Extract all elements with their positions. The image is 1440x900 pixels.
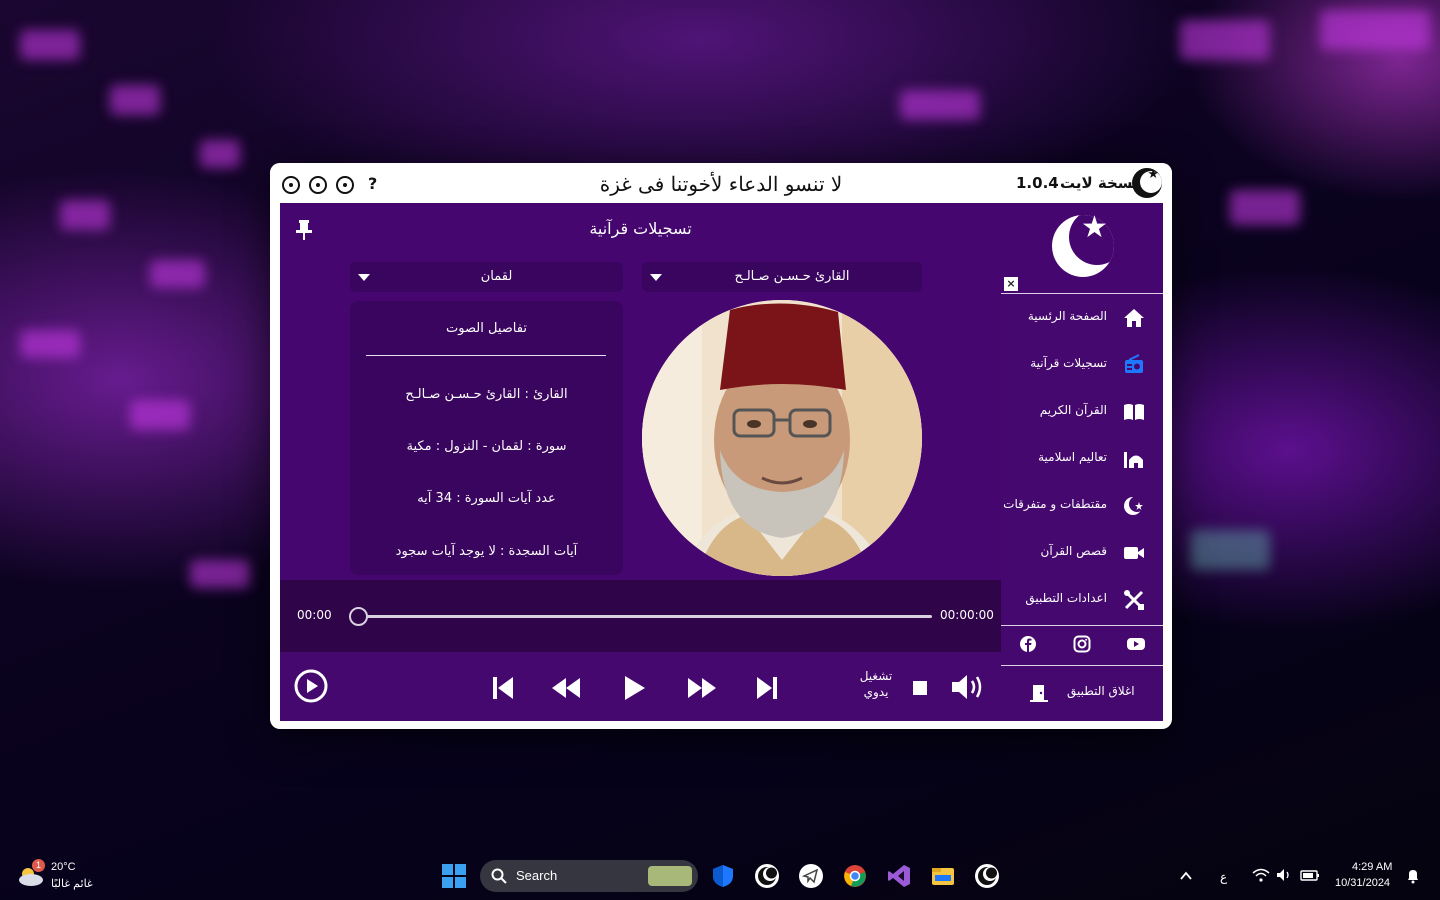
fast-forward-icon[interactable] <box>688 678 716 698</box>
app-window: ? لا تنسو الدعاء لأخوتنا فى غزة 1.0.4 نس… <box>270 163 1172 729</box>
chevron-down-icon <box>650 274 662 281</box>
reciter-select-value: القارئ حـسـن صـالـح <box>734 269 850 284</box>
star-icon: ★ <box>1081 210 1108 245</box>
input-language[interactable]: ع <box>1220 870 1227 884</box>
details-divider <box>366 355 606 356</box>
clock-time[interactable]: 4:29 AM <box>1352 861 1392 873</box>
details-verses-count: عدد آيات السورة : 34 آيه <box>417 491 556 506</box>
volume-icon[interactable] <box>950 672 988 702</box>
edition-label: نسخة لايت <box>1060 174 1139 192</box>
audio-details-card: تفاصيل الصوت القارئ : القارئ حـسـن صـالـ… <box>350 301 623 575</box>
video-camera-icon <box>1124 547 1144 559</box>
sidebar-item-label: القرآن الكريم <box>1039 403 1107 417</box>
elapsed-time: 00:00 <box>297 608 332 622</box>
sidebar-item-label: الصفحة الرئسية <box>1027 309 1107 323</box>
sidebar-divider <box>1001 625 1163 626</box>
sidebar-item-label: تعاليم اسلامية <box>1038 450 1107 464</box>
crescent-star-icon <box>1124 496 1145 515</box>
wifi-icon[interactable] <box>1252 867 1270 883</box>
weather-description[interactable]: غائم غالبًا <box>51 877 93 890</box>
exit-door-icon[interactable] <box>1029 683 1049 703</box>
sidebar-item-label: تسجيلات قرآنية <box>1030 356 1107 370</box>
details-sajda: آيات السجدة : لا يوجد آيات سجود <box>395 544 578 559</box>
player-controls: تشغيل يدوي <box>280 652 1001 721</box>
sidebar-item-teachings[interactable]: تعاليم اسلامية <box>1001 435 1163 482</box>
search-highlight-image <box>648 866 692 886</box>
tools-icon <box>1124 590 1144 610</box>
details-reciter: القارئ : القارئ حـسـن صـالـح <box>405 387 568 402</box>
battery-icon[interactable] <box>1300 867 1320 883</box>
recordings-content: تسجيلات قرآنية لقمان القارئ حـسـن صـالـح… <box>280 203 1001 580</box>
version-label: 1.0.4 <box>1016 174 1059 192</box>
play-icon[interactable] <box>624 675 646 701</box>
surah-select[interactable]: لقمان <box>350 262 623 292</box>
visual-studio-icon[interactable] <box>887 864 911 888</box>
page-title: تسجيلات قرآنية <box>589 219 692 238</box>
rewind-icon[interactable] <box>552 678 580 698</box>
sidebar-logo-area: ★ × <box>1001 203 1163 294</box>
mosque-icon <box>1124 452 1143 468</box>
skip-next-icon[interactable] <box>756 676 778 700</box>
instagram-icon[interactable] <box>1073 635 1091 653</box>
windows-start-icon[interactable] <box>442 864 466 888</box>
details-title: تفاصيل الصوت <box>446 321 527 336</box>
sidebar-item-label: اعدادات التطبيق <box>1025 591 1107 605</box>
sidebar-item-settings[interactable]: اعدادات التطبيق <box>1001 576 1163 623</box>
main-panel: تسجيلات قرآنية لقمان القارئ حـسـن صـالـح… <box>280 203 1001 721</box>
chevron-down-icon <box>358 274 370 281</box>
home-icon <box>1124 309 1144 327</box>
reciter-photo <box>642 300 922 576</box>
playback-mode-line2: يدوي <box>863 685 889 699</box>
taskbar-search[interactable]: Search <box>480 860 698 892</box>
search-icon <box>491 868 507 884</box>
chrome-icon[interactable] <box>843 864 867 888</box>
title-bar: ? لا تنسو الدعاء لأخوتنا فى غزة 1.0.4 نس… <box>270 163 1172 203</box>
sidebar-item-stories[interactable]: قصص القرآن <box>1001 529 1163 576</box>
app-logo-icon: ★ <box>1132 168 1162 198</box>
sidebar-item-recordings[interactable]: تسجيلات قرآنية <box>1001 341 1163 388</box>
quran-app-icon[interactable] <box>755 864 779 888</box>
search-label: Search <box>516 868 558 883</box>
chevron-up-icon[interactable] <box>1178 868 1194 884</box>
sidebar-item-label: قصص القرآن <box>1040 544 1108 558</box>
sidebar-item-quran[interactable]: القرآن الكريم <box>1001 388 1163 435</box>
sidebar-item-home[interactable]: الصفحة الرئسية <box>1001 294 1163 341</box>
sidebar-divider <box>1001 665 1163 666</box>
quran-app-active-icon[interactable] <box>975 864 999 888</box>
sidebar-item-label: مقتطفات و متفرقات <box>1003 497 1107 511</box>
exit-app-label[interactable]: اغلاق التطبيق <box>1067 684 1135 698</box>
seek-track[interactable] <box>360 615 932 618</box>
seek-bar-panel: 00:00 00:00:00 <box>280 580 1001 652</box>
play-circle-icon[interactable] <box>294 669 328 703</box>
clock-date[interactable]: 10/31/2024 <box>1335 877 1390 889</box>
weather-badge: 1 <box>32 859 45 872</box>
playback-mode-toggle[interactable]: تشغيل يدوي <box>856 668 896 700</box>
stop-icon[interactable] <box>912 680 928 696</box>
telegram-icon[interactable] <box>799 864 823 888</box>
surah-select-value: لقمان <box>480 269 513 284</box>
skip-previous-icon[interactable] <box>492 676 514 700</box>
weather-temperature[interactable]: 20°C <box>51 861 76 873</box>
total-duration: 00:00:00 <box>940 608 994 622</box>
close-sidebar-button[interactable]: × <box>1004 277 1018 291</box>
notification-bell-icon[interactable] <box>1405 868 1421 884</box>
radio-icon <box>1125 354 1143 373</box>
seek-thumb[interactable] <box>349 607 368 626</box>
sidebar-item-excerpts[interactable]: مقتطفات و متفرقات <box>1001 482 1163 529</box>
facebook-icon[interactable] <box>1019 635 1037 653</box>
defender-shield-icon[interactable] <box>711 864 735 888</box>
youtube-icon[interactable] <box>1127 635 1145 653</box>
book-icon <box>1124 404 1144 420</box>
sidebar: ★ × الصفحة الرئسية تسجيلات قرآنية القرآن… <box>1001 203 1163 721</box>
file-explorer-icon[interactable] <box>931 864 955 888</box>
speaker-icon[interactable] <box>1276 867 1292 883</box>
reciter-select[interactable]: القارئ حـسـن صـالـح <box>642 262 922 292</box>
details-surah: سورة : لقمان - النزول : مكية <box>406 439 567 454</box>
playback-mode-line1: تشغيل <box>859 669 893 683</box>
